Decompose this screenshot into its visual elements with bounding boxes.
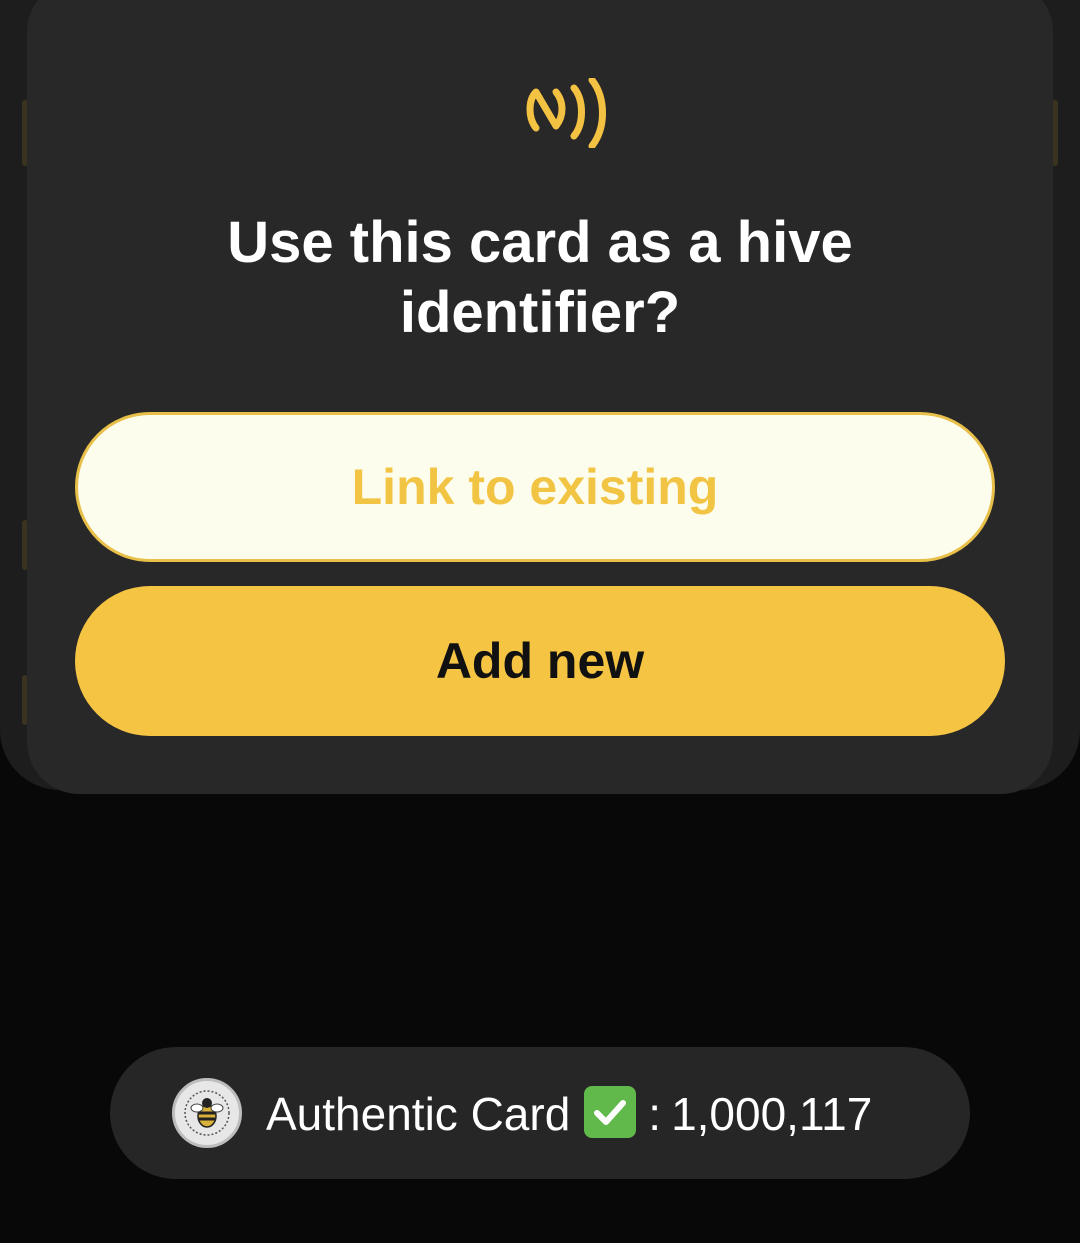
dialog-title: Use this card as a hive identifier? xyxy=(227,210,853,345)
add-new-button[interactable]: Add new xyxy=(75,586,1005,736)
authentic-card-banner: Authentic Card:1,000,117 xyxy=(110,1047,970,1179)
authentic-card-text: Authentic Card:1,000,117 xyxy=(266,1085,873,1141)
add-new-label: Add new xyxy=(435,633,645,689)
nfc-icon xyxy=(526,78,606,148)
checkmark-icon xyxy=(584,1085,637,1138)
screen: Use this card as a hive identifier? Link… xyxy=(0,0,1080,1243)
authentic-card-label: Authentic Card xyxy=(266,1087,571,1140)
link-to-existing-label: Link to existing xyxy=(351,459,719,515)
card-number: 1,000,117 xyxy=(671,1087,873,1140)
link-to-existing-button[interactable]: Link to existing xyxy=(75,412,995,562)
nfc-dialog: Use this card as a hive identifier? Link… xyxy=(27,0,1053,794)
separator: : xyxy=(648,1087,662,1140)
bee-badge-icon xyxy=(172,1078,242,1148)
